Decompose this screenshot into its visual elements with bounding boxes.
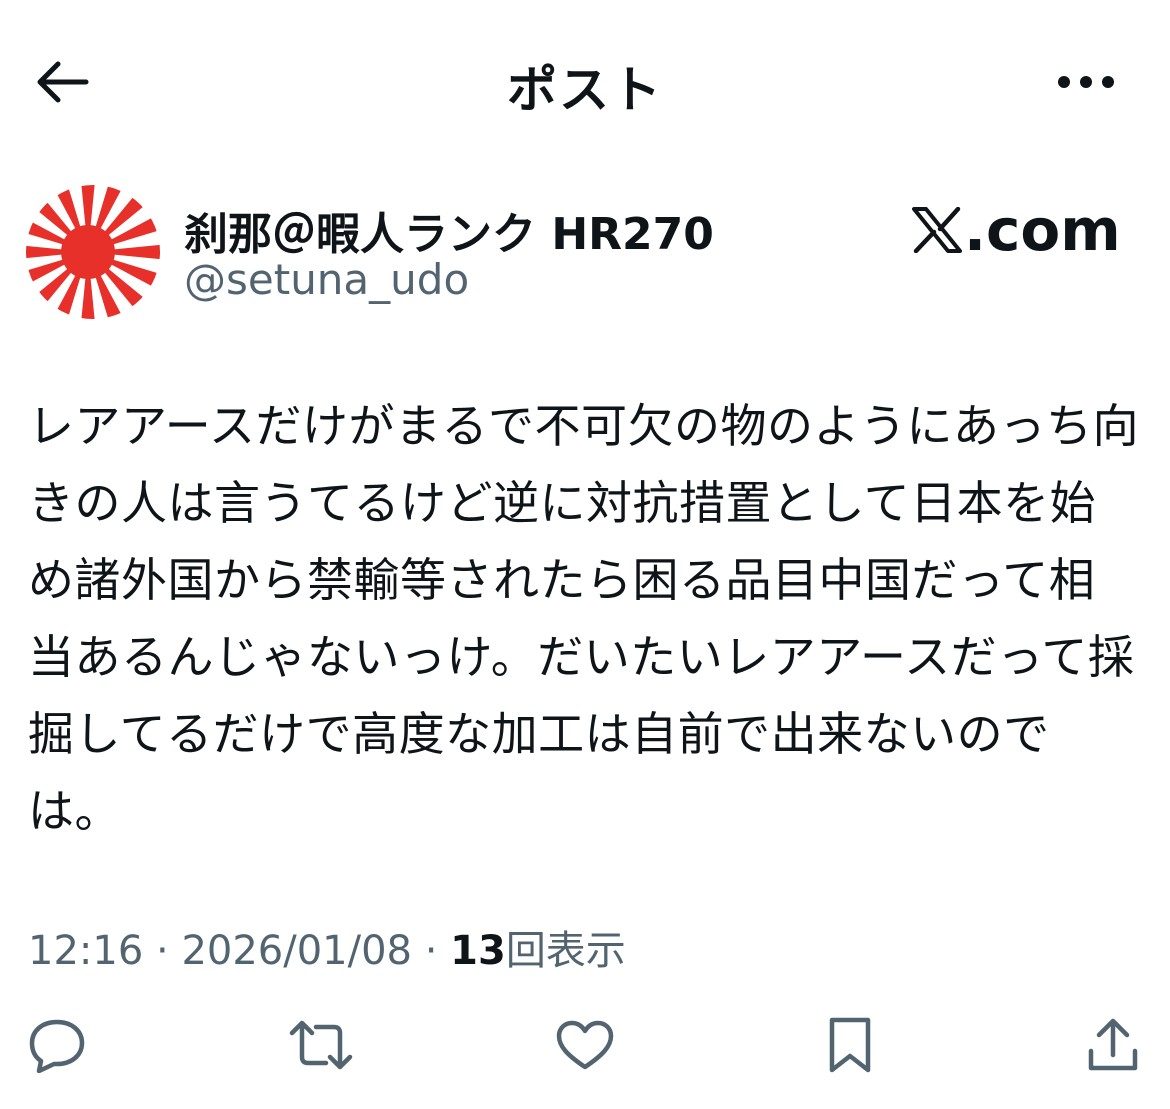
action-bar bbox=[0, 1010, 1170, 1080]
meta-separator: · bbox=[143, 928, 182, 974]
post-time[interactable]: 12:16 bbox=[28, 928, 143, 974]
meta-separator: · bbox=[411, 928, 451, 974]
views-label: 回表示 bbox=[505, 928, 626, 974]
repost-icon bbox=[289, 1020, 353, 1070]
bookmark-button[interactable] bbox=[815, 1010, 885, 1080]
more-horizontal-icon bbox=[1058, 76, 1114, 88]
more-options-button[interactable] bbox=[1052, 56, 1120, 108]
post-body-text: レアアースだけがまるで不可欠の物のようにあっち向きの人は言うてるけど逆に対抗措置… bbox=[28, 399, 1139, 838]
author-display-name[interactable]: 刹那＠暇人ランク HR270 bbox=[184, 198, 714, 262]
bookmark-icon bbox=[829, 1017, 871, 1073]
like-button[interactable] bbox=[550, 1010, 620, 1080]
reply-icon bbox=[29, 1019, 85, 1073]
share-icon bbox=[1088, 1018, 1138, 1071]
views-count: 13 bbox=[450, 928, 506, 974]
like-icon bbox=[556, 1020, 614, 1070]
post-date[interactable]: 2026/01/08 bbox=[181, 928, 412, 974]
page-title: ポスト bbox=[507, 61, 663, 119]
x-logo-icon bbox=[912, 207, 962, 253]
author-handle[interactable]: @setuna_udo bbox=[184, 255, 469, 304]
watermark-text: .com bbox=[964, 196, 1121, 264]
reply-button[interactable] bbox=[22, 1010, 92, 1080]
share-button[interactable] bbox=[1078, 1010, 1148, 1080]
post-metadata: 12:16 · 2026/01/08 · 13回表示 bbox=[28, 918, 626, 976]
repost-button[interactable] bbox=[286, 1010, 356, 1080]
rising-sun-flag-avatar bbox=[26, 185, 160, 319]
avatar[interactable] bbox=[26, 185, 160, 319]
top-navigation-bar: ポスト bbox=[0, 0, 1170, 170]
x-com-watermark: .com bbox=[912, 196, 1121, 264]
